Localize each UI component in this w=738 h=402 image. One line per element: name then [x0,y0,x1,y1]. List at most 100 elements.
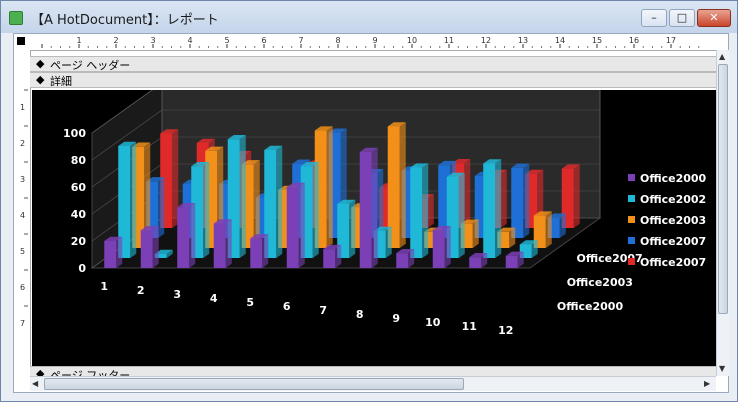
depth-axis-label: Office2003 [567,276,633,289]
bar-side [573,164,580,228]
title-bar[interactable]: 【A HotDocument】：レポート – □ ✕ [1,1,737,33]
y-tick-label: 100 [63,127,86,140]
bar-side [422,163,429,258]
report-selector[interactable] [14,34,31,51]
scroll-left-icon[interactable]: ◀ [32,379,38,388]
bar-side [500,169,507,228]
bar [250,238,263,268]
page-header-section-bar[interactable]: ◆ ページ ヘッダー [30,56,716,72]
detail-label: 詳細 [50,75,72,88]
bar-side [559,213,566,238]
ruler-label: 1 [20,103,25,112]
vertical-scroll-thumb[interactable] [718,64,728,314]
bar-side [130,141,137,258]
x-tick-label: 7 [319,304,327,317]
vertical-ruler-svg: 1 2 3 4 5 6 7 [20,89,28,328]
bar-side [458,172,465,258]
scroll-up-icon[interactable]: ▲ [719,52,725,61]
bar [213,223,226,268]
ruler-label: 7 [298,36,303,45]
horizontal-scroll-thumb[interactable] [44,378,464,390]
legend-swatch [628,258,635,265]
ruler-label: 14 [555,36,565,45]
bar [140,230,153,268]
ruler-label: 12 [481,36,491,45]
vertical-scrollbar[interactable]: ▲ ▼ [716,50,729,376]
y-tick-label: 20 [71,235,87,248]
bar-side [427,194,434,228]
bar-side [158,177,165,238]
bar-side [464,159,471,228]
minimize-icon: – [651,11,657,24]
y-tick-label: 40 [71,208,87,221]
x-tick-label: 3 [173,288,181,301]
y-tick-label: 0 [78,262,86,275]
bar [511,167,524,238]
ruler-label: 5 [224,36,229,45]
x-tick-label: 2 [137,284,145,297]
ruler-label: 3 [20,175,25,184]
ruler-label: 11 [444,36,454,45]
y-tick-label: 60 [71,181,87,194]
minimize-button[interactable]: – [641,9,667,27]
bar [469,257,482,268]
bar-side [312,162,319,258]
selector-mark [17,37,25,45]
x-tick-label: 4 [210,292,218,305]
bar-side [189,203,196,268]
ruler-label: 13 [518,36,528,45]
legend-label: Office2007 [640,256,706,269]
ruler-label: 5 [20,247,25,256]
chart-control[interactable]: 0 20 40 60 80 100 1 2 3 4 5 6 7 8 9 10 11 12 Office2007 Off… [32,82,716,370]
legend-swatch [628,216,635,223]
depth-axis-label: Office2000 [557,300,624,313]
x-tick-label: 11 [462,320,477,333]
ruler-label: 4 [20,211,25,220]
maximize-button[interactable]: □ [669,9,695,27]
horizontal-scrollbar[interactable]: ◀ ▶ [30,376,716,391]
ruler-label: 3 [150,36,155,45]
legend-swatch [628,237,635,244]
scroll-right-icon[interactable]: ▶ [704,379,710,388]
bar-side [298,182,305,268]
bar [359,151,372,268]
report-design-area: 1 2 3 4 5 6 7 8 9 10 11 12 13 14 15 16 17 1234567 ◆ ページ … [13,33,729,393]
bar [505,255,518,268]
close-icon: ✕ [709,11,719,24]
legend-label: Office2002 [640,193,706,206]
ruler-label: 1 [76,36,81,45]
detail-section-bar[interactable]: ◆ 詳細 [30,72,716,88]
ruler-label: 17 [666,36,676,45]
bar [410,167,423,258]
bar-side [545,211,552,248]
x-tick-label: 1 [100,280,108,293]
bar-side [523,163,530,238]
x-tick-label: 9 [392,312,400,325]
legend-swatch [628,195,635,202]
bar [104,241,117,268]
bar-side [399,122,406,248]
bar-side [444,226,451,268]
x-tick-label: 12 [498,324,513,337]
ruler-label: 9 [372,36,377,45]
bar-side [152,226,159,268]
ruler-label: 10 [407,36,417,45]
y-tick-label: 80 [71,154,87,167]
bar-side [276,145,283,258]
bar-side [349,199,356,258]
report-app-icon [9,11,23,25]
section-arrow-icon: ◆ [36,57,45,70]
bar [286,187,299,268]
bar-side [225,219,232,268]
bar-side [262,234,269,268]
bar-side [371,147,378,268]
maximize-icon: □ [676,11,688,24]
scroll-down-icon[interactable]: ▼ [719,364,725,373]
x-tick-label: 8 [356,308,364,321]
section-arrow-icon: ◆ [36,73,45,86]
bar [177,207,190,268]
legend-label: Office2000 [640,172,707,185]
close-button[interactable]: ✕ [697,9,731,27]
page-header-label: ページ ヘッダー [50,59,131,72]
ruler-label: 6 [261,36,266,45]
